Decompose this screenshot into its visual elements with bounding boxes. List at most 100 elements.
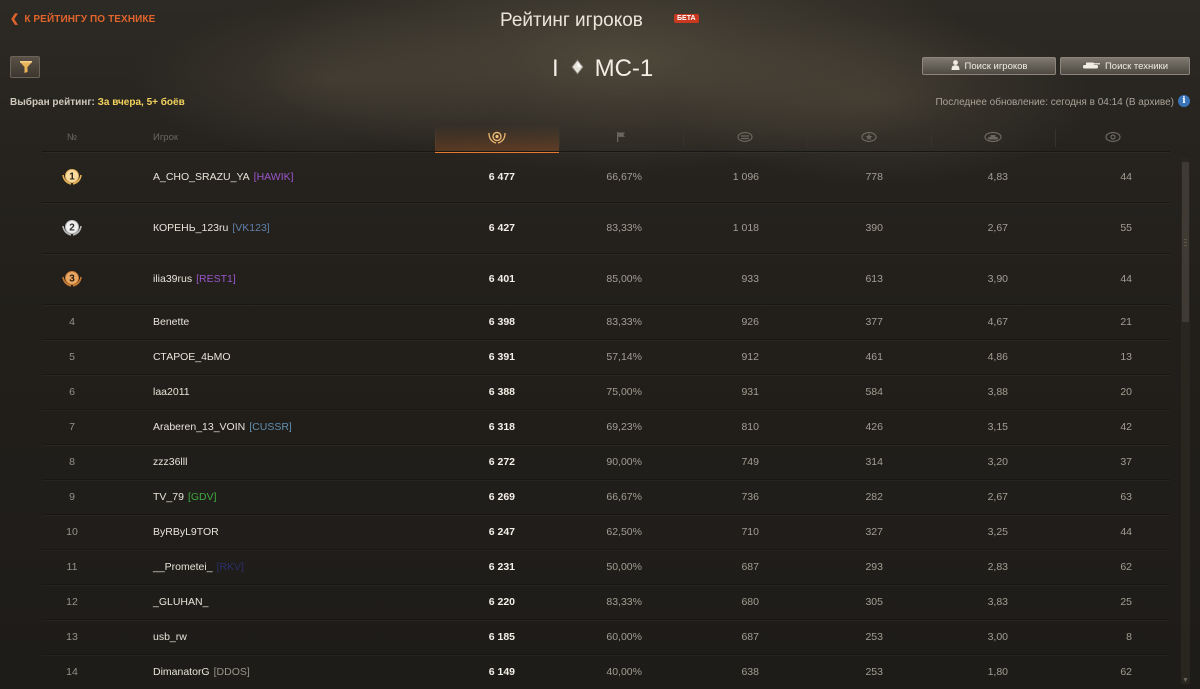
clan-tag[interactable]: [HAWIK] bbox=[254, 171, 294, 183]
scrollbar[interactable] bbox=[1181, 158, 1190, 684]
info-icon[interactable]: i bbox=[1178, 95, 1190, 107]
clan-tag[interactable]: [RKV] bbox=[217, 561, 244, 573]
scroll-down-arrow-icon[interactable]: ▼ bbox=[1181, 677, 1190, 686]
clan-tag[interactable]: [VK123] bbox=[232, 222, 269, 234]
score-cell: 6 427 bbox=[488, 222, 515, 234]
player-name[interactable]: A_CHO_SRAZU_YA bbox=[153, 171, 250, 183]
table-row[interactable]: 2 КОРЕНЬ_123ru [VK123] 6 427 83,33% 1 018 390 2… bbox=[42, 202, 1170, 253]
score-cell: 6 398 bbox=[488, 316, 515, 328]
player-name[interactable]: КОРЕНЬ_123ru bbox=[153, 222, 228, 234]
player-cell: ByRByL9TOR bbox=[153, 515, 473, 549]
player-cell: СТАРОЕ_4ЬМО bbox=[153, 340, 473, 374]
damage-cell: 680 bbox=[741, 596, 759, 608]
person-icon bbox=[951, 59, 960, 73]
table-row[interactable]: 13 usb_rw 6 185 60,00% 687 253 3,00 8 bbox=[42, 619, 1170, 654]
winrate-cell: 83,33% bbox=[606, 222, 642, 234]
winrate-cell: 62,50% bbox=[606, 526, 642, 538]
tank-tier: I bbox=[552, 55, 559, 82]
player-name[interactable]: laa2011 bbox=[153, 386, 190, 398]
spotted-cell: 44 bbox=[1120, 526, 1132, 538]
clan-tag[interactable]: [CUSSR] bbox=[249, 421, 292, 433]
table-row[interactable]: 8 zzz36lll 6 272 90,00% 749 314 3,20 37 bbox=[42, 444, 1170, 479]
find-vehicles-button[interactable]: Поиск техники bbox=[1060, 57, 1190, 75]
winrate-cell: 60,00% bbox=[606, 631, 642, 643]
column-header-spotted[interactable] bbox=[1055, 125, 1170, 151]
damage-cell: 638 bbox=[741, 666, 759, 678]
damage-cell: 736 bbox=[741, 491, 759, 503]
clan-tag[interactable]: [DDOS] bbox=[214, 666, 250, 678]
spotted-cell: 44 bbox=[1120, 273, 1132, 285]
winrate-cell: 66,67% bbox=[606, 171, 642, 183]
tank-header: I МС-1 bbox=[552, 55, 653, 85]
player-name[interactable]: Benette bbox=[153, 316, 189, 328]
rank-medal: 1 bbox=[42, 152, 102, 202]
last-update-text: Последнее обновление: сегодня в 04:14 (В… bbox=[935, 97, 1174, 108]
kills-cell: 3,20 bbox=[987, 456, 1008, 468]
spotted-cell: 62 bbox=[1120, 666, 1132, 678]
column-header-score[interactable] bbox=[435, 125, 559, 153]
column-header-winrate[interactable] bbox=[559, 125, 683, 151]
spotted-cell: 13 bbox=[1120, 351, 1132, 363]
table-row[interactable]: 14 DimanatorG [DDOS] 6 149 40,00% 638 253 1,80 6… bbox=[42, 654, 1170, 689]
winrate-cell: 85,00% bbox=[606, 273, 642, 285]
player-name[interactable]: zzz36lll bbox=[153, 456, 187, 468]
table-row[interactable]: 3 ilia39rus [REST1] 6 401 85,00% 933 613 3,90 44 bbox=[42, 253, 1170, 304]
player-name[interactable]: TV_79 bbox=[153, 491, 184, 503]
kills-cell: 3,00 bbox=[987, 631, 1008, 643]
scrollbar-thumb[interactable] bbox=[1182, 162, 1189, 322]
table-row[interactable]: 7 Araberen_13_VOIN [CUSSR] 6 318 69,23% 810 42… bbox=[42, 409, 1170, 444]
table-row[interactable]: 4 Benette 6 398 83,33% 926 377 4,67 21 bbox=[42, 304, 1170, 339]
table-row[interactable]: 9 TV_79 [GDV] 6 269 66,67% 736 282 2,67 63 bbox=[42, 479, 1170, 514]
table-header: № Игрок bbox=[42, 125, 1170, 153]
player-name[interactable]: __Prometei_ bbox=[153, 561, 213, 573]
player-name[interactable]: usb_rw bbox=[153, 631, 187, 643]
player-name[interactable]: СТАРОЕ_4ЬМО bbox=[153, 351, 231, 363]
player-cell: _GLUHAN_ bbox=[153, 585, 473, 619]
player-name[interactable]: _GLUHAN_ bbox=[153, 596, 208, 608]
score-cell: 6 269 bbox=[488, 491, 515, 503]
column-header-player[interactable]: Игрок bbox=[153, 125, 193, 151]
player-cell: laa2011 bbox=[153, 375, 473, 409]
rank-number: 14 bbox=[66, 666, 78, 678]
player-name[interactable]: DimanatorG bbox=[153, 666, 210, 678]
rank-number: 5 bbox=[69, 351, 75, 363]
find-players-label: Поиск игроков bbox=[964, 60, 1028, 72]
experience-cell: 613 bbox=[865, 273, 883, 285]
player-cell: ilia39rus [REST1] bbox=[153, 254, 473, 304]
filter-button[interactable] bbox=[10, 56, 40, 78]
column-header-damage[interactable] bbox=[683, 125, 807, 151]
column-header-experience[interactable] bbox=[807, 125, 931, 151]
beta-badge: БЕТА bbox=[674, 14, 699, 23]
flag-icon bbox=[617, 132, 625, 143]
clan-tag[interactable]: [GDV] bbox=[188, 491, 217, 503]
spotted-cell: 55 bbox=[1120, 222, 1132, 234]
table-row[interactable]: 6 laa2011 6 388 75,00% 931 584 3,88 20 bbox=[42, 374, 1170, 409]
table-row[interactable]: 11 __Prometei_ [RKV] 6 231 50,00% 687 293 2,83 6… bbox=[42, 549, 1170, 584]
back-to-vehicle-rating-link[interactable]: ❮ К РЕЙТИНГУ ПО ТЕХНИКЕ bbox=[10, 12, 155, 25]
rating-filter-value[interactable]: За вчера, 5+ боёв bbox=[98, 97, 185, 108]
table-row[interactable]: 1 A_CHO_SRAZU_YA [HAWIK] 6 477 66,67% 1 096 77… bbox=[42, 151, 1170, 202]
experience-cell: 390 bbox=[865, 222, 883, 234]
rank-number: 7 bbox=[69, 421, 75, 433]
player-name[interactable]: ilia39rus bbox=[153, 273, 192, 285]
column-header-kills[interactable] bbox=[931, 125, 1055, 151]
winrate-cell: 40,00% bbox=[606, 666, 642, 678]
score-cell: 6 247 bbox=[488, 526, 515, 538]
column-header-rank[interactable]: № bbox=[42, 125, 102, 151]
damage-cell: 810 bbox=[741, 421, 759, 433]
clan-tag[interactable]: [REST1] bbox=[196, 273, 236, 285]
filter-icon bbox=[20, 61, 32, 73]
damage-cell: 1 018 bbox=[732, 222, 759, 234]
rank-medal: 2 bbox=[42, 203, 102, 253]
svg-text:3: 3 bbox=[69, 274, 75, 285]
player-name[interactable]: ByRByL9TOR bbox=[153, 526, 219, 538]
find-players-button[interactable]: Поиск игроков bbox=[922, 57, 1056, 75]
table-row[interactable]: 10 ByRByL9TOR 6 247 62,50% 710 327 3,25 44 bbox=[42, 514, 1170, 549]
player-name[interactable]: Araberen_13_VOIN bbox=[153, 421, 245, 433]
rank-number: 6 bbox=[69, 386, 75, 398]
score-cell: 6 231 bbox=[488, 561, 515, 573]
table-row[interactable]: 5 СТАРОЕ_4ЬМО 6 391 57,14% 912 461 4,86 13 bbox=[42, 339, 1170, 374]
table-row[interactable]: 12 _GLUHAN_ 6 220 83,33% 680 305 3,83 25 bbox=[42, 584, 1170, 619]
svg-text:1: 1 bbox=[69, 172, 75, 183]
kills-cell: 2,67 bbox=[987, 222, 1008, 234]
